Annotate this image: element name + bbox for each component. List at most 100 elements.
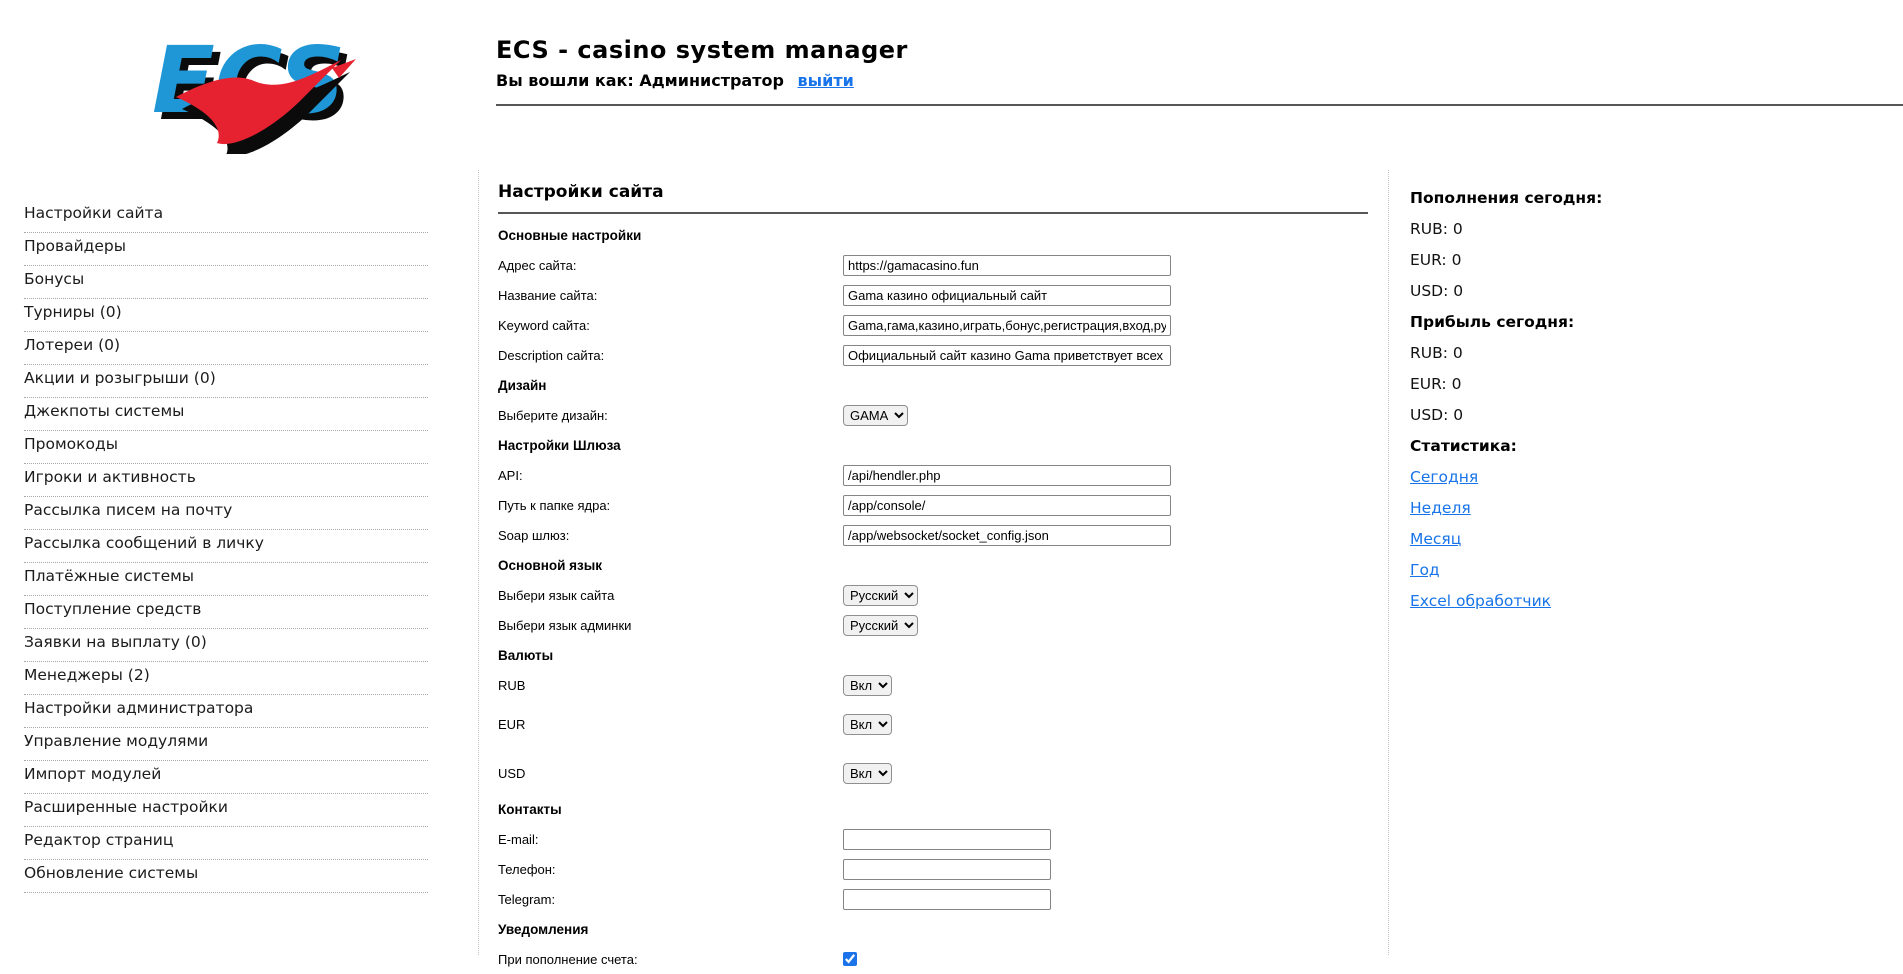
phone-label: Телефон: [498,862,843,877]
email-input[interactable] [843,829,1051,850]
login-prefix: Вы вошли как: [496,71,634,90]
design-label: Выберите дизайн: [498,408,843,423]
sidebar-item-admin-settings[interactable]: Настройки администратора [24,695,428,728]
deposit-notification-label: При пополнение счета: [498,952,843,967]
sidebar-item-module-management[interactable]: Управление модулями [24,728,428,761]
deposits-today-header: Пополнения сегодня: [1410,182,1840,213]
form-row-site-language: Выбери язык сайта Русский [498,580,1368,610]
profit-eur: EUR: 0 [1410,368,1840,399]
statistics-header: Статистика: [1410,430,1840,461]
form-row-rub: RUB Вкл [498,670,1368,700]
deposits-eur: EUR: 0 [1410,244,1840,275]
design-select[interactable]: GAMA [843,405,908,426]
sidebar-item-page-editor[interactable]: Редактор страниц [24,827,428,860]
sidebar-main-divider [478,170,479,955]
site-url-input[interactable] [843,255,1171,276]
sidebar-item-site-settings[interactable]: Настройки сайта [24,200,428,233]
header-divider [496,104,1903,106]
section-currencies: Валюты [498,640,1368,670]
form-row-usd: USD Вкл [498,758,1368,788]
admin-language-select[interactable]: Русский [843,615,918,636]
section-design: Дизайн [498,370,1368,400]
form-row-design: Выберите дизайн: GAMA [498,400,1368,430]
stats-link-today[interactable]: Сегодня [1410,468,1478,486]
section-contacts: Контакты [498,794,1368,824]
section-language: Основной язык [498,550,1368,580]
api-label: API: [498,468,843,483]
sidebar-item-payout-requests[interactable]: Заявки на выплату (0) [24,629,428,662]
sidebar-item-pm-mailing[interactable]: Рассылка сообщений в личку [24,530,428,563]
admin-language-label: Выбери язык админки [498,618,843,633]
form-row-soap: Soap шлюз: [498,520,1368,550]
telegram-input[interactable] [843,889,1051,910]
stats-panel: Пополнения сегодня: RUB: 0 EUR: 0 USD: 0… [1410,182,1840,616]
form-row-core-path: Путь к папке ядра: [498,490,1368,520]
sidebar-item-incoming-funds[interactable]: Поступление средств [24,596,428,629]
sidebar-item-promocodes[interactable]: Промокоды [24,431,428,464]
stats-link-excel[interactable]: Excel обработчик [1410,592,1551,610]
sidebar-item-lotteries[interactable]: Лотереи (0) [24,332,428,365]
keywords-label: Keyword сайта: [498,318,843,333]
main-stats-divider [1388,170,1389,955]
deposit-notification-checkbox[interactable] [843,952,857,966]
usd-select[interactable]: Вкл [843,763,892,784]
site-description-input[interactable] [843,345,1171,366]
email-label: E-mail: [498,832,843,847]
logout-link[interactable]: выйти [798,71,854,90]
rub-label: RUB [498,678,843,693]
site-name-input[interactable] [843,285,1171,306]
form-row-site-name: Название сайта: [498,280,1368,310]
stats-link-year[interactable]: Год [1410,561,1440,579]
eur-label: EUR [498,717,843,732]
section-gateway: Настройки Шлюза [498,430,1368,460]
form-row-telegram: Telegram: [498,884,1368,914]
sidebar-item-email-mailing[interactable]: Рассылка писем на почту [24,497,428,530]
sidebar-item-module-import[interactable]: Импорт модулей [24,761,428,794]
profit-usd: USD: 0 [1410,399,1840,430]
site-name-label: Название сайта: [498,288,843,303]
form-row-site-url: Адрес сайта: [498,250,1368,280]
form-row-deposit-notification: При пополнение счета: [498,944,1368,974]
site-language-select[interactable]: Русский [843,585,918,606]
panel-title: Настройки сайта [498,182,1368,214]
site-language-label: Выбери язык сайта [498,588,843,603]
ecs-logo-icon[interactable]: ECS ECS [136,12,356,154]
deposits-usd: USD: 0 [1410,275,1840,306]
form-row-admin-language: Выбери язык админки Русский [498,610,1368,640]
stats-link-month[interactable]: Месяц [1410,530,1461,548]
section-basic-settings: Основные настройки [498,220,1368,250]
core-path-label: Путь к папке ядра: [498,498,843,513]
login-status: Вы вошли как: Администратор выйти [496,71,908,90]
sidebar-item-providers[interactable]: Провайдеры [24,233,428,266]
phone-input[interactable] [843,859,1051,880]
sidebar-item-advanced-settings[interactable]: Расширенные настройки [24,794,428,827]
login-user: Администратор [639,71,784,90]
stats-link-week[interactable]: Неделя [1410,499,1471,517]
form-row-description: Description сайта: [498,340,1368,370]
eur-select[interactable]: Вкл [843,714,892,735]
site-url-label: Адрес сайта: [498,258,843,273]
api-input[interactable] [843,465,1171,486]
sidebar-item-promotions[interactable]: Акции и розыгрыши (0) [24,365,428,398]
form-row-api: API: [498,460,1368,490]
rub-select[interactable]: Вкл [843,675,892,696]
form-row-eur: EUR Вкл [498,709,1368,739]
sidebar-item-system-update[interactable]: Обновление системы [24,860,428,893]
sidebar-item-bonuses[interactable]: Бонусы [24,266,428,299]
sidebar-item-tournaments[interactable]: Турниры (0) [24,299,428,332]
telegram-label: Telegram: [498,892,843,907]
sidebar-item-jackpots[interactable]: Джекпоты системы [24,398,428,431]
sidebar-item-payment-systems[interactable]: Платёжные системы [24,563,428,596]
site-settings-panel: Настройки сайта Основные настройки Адрес… [498,182,1368,974]
form-row-phone: Телефон: [498,854,1368,884]
core-path-input[interactable] [843,495,1171,516]
description-label: Description сайта: [498,348,843,363]
site-keywords-input[interactable] [843,315,1171,336]
page-title: ECS - casino system manager [496,36,908,64]
soap-gateway-input[interactable] [843,525,1171,546]
section-notifications: Уведомления [498,914,1368,944]
sidebar-item-players-activity[interactable]: Игроки и активность [24,464,428,497]
profit-rub: RUB: 0 [1410,337,1840,368]
sidebar-item-managers[interactable]: Менеджеры (2) [24,662,428,695]
form-row-keywords: Keyword сайта: [498,310,1368,340]
